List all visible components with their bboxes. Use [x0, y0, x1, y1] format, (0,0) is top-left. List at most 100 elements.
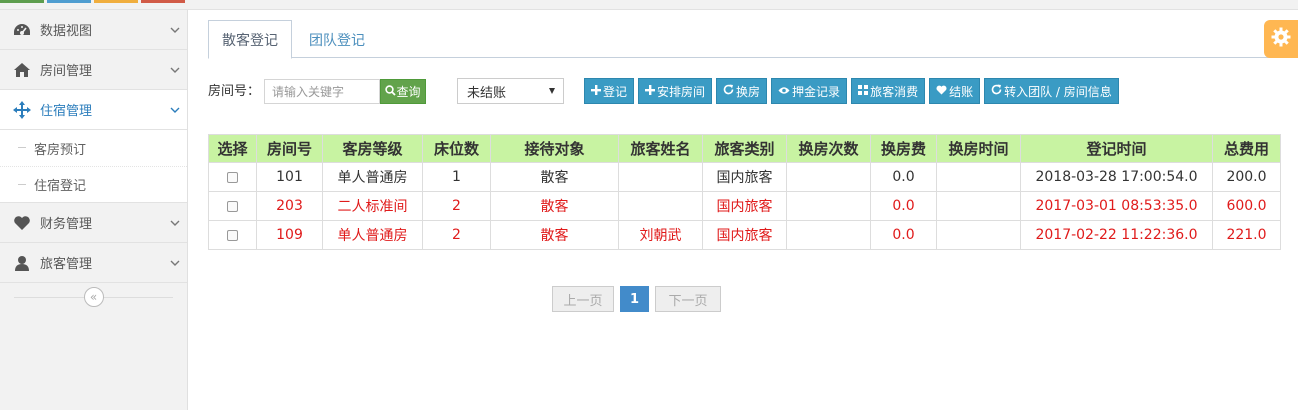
cell-total-cost: 600.0 — [1212, 191, 1281, 221]
room-number-label: 房间号： — [208, 84, 261, 99]
cell-guest-type: 国内旅客 — [702, 191, 787, 221]
room-search-input[interactable] — [264, 79, 380, 104]
cell-room-grade: 单人普通房 — [322, 220, 423, 250]
cell-reception-target: 散客 — [490, 220, 619, 250]
eye-icon — [778, 84, 790, 98]
submenu-item-label: 住宿登记 — [34, 179, 87, 194]
payment-status-select[interactable]: 未结账 — [457, 78, 564, 104]
search-button[interactable]: 查询 — [380, 79, 426, 104]
color-bit — [0, 0, 44, 3]
caret-down-icon — [549, 88, 555, 94]
next-page-button[interactable]: 下一页 — [655, 286, 721, 312]
chevron-down-icon — [163, 60, 187, 80]
color-bit — [141, 0, 185, 3]
sidebar-item-label: 房间管理 — [40, 64, 93, 79]
row-select-cell — [208, 220, 257, 250]
button-label: 登记 — [603, 84, 628, 99]
cell-room-number: 101 — [256, 162, 323, 192]
cell-checkin-time: 2017-03-01 08:53:35.0 — [1020, 191, 1213, 221]
submenu-item-check-in[interactable]: 住宿登记 — [0, 166, 187, 202]
assign-room-button[interactable]: 安排房间 — [638, 78, 713, 104]
submenu-item-label: 客房预订 — [34, 142, 87, 158]
table-row[interactable]: 203 二人标准间 2 散客 国内旅客 0.0 2017-03-01 08:53… — [208, 191, 1281, 221]
dashboard-icon — [12, 20, 32, 40]
cell-room-change-time — [936, 220, 1021, 250]
settings-button[interactable] — [1264, 20, 1298, 58]
tab-individual-checkin[interactable]: 散客登记 — [208, 20, 292, 59]
pagination: 上一页 1 下一页 — [552, 286, 727, 312]
chevron-down-icon — [163, 100, 187, 120]
column-header-room-grade: 客房等级 — [322, 134, 423, 163]
cell-total-cost: 221.0 — [1212, 220, 1281, 250]
cell-guest-name — [618, 162, 703, 192]
button-label: 安排房间 — [657, 84, 706, 99]
cell-room-change-time — [936, 191, 1021, 221]
cell-room-change-count — [786, 162, 871, 192]
table-header-row: 选择 房间号 客房等级 床位数 接待对象 旅客姓名 旅客类别 换房次数 换房费 … — [208, 134, 1281, 163]
sidebar-item-data-view[interactable]: 数据视图 — [0, 10, 187, 50]
deposit-record-button[interactable]: 押金记录 — [771, 78, 848, 104]
gear-icon — [1271, 27, 1291, 51]
main-content: 散客登记 团队登记 房间号： 请输入关键字 查询 未结账 登记 安排房间 换房 … — [208, 10, 1298, 410]
column-header-room-change-count: 换房次数 — [786, 134, 871, 163]
column-header-guest-type: 旅客类别 — [702, 134, 787, 163]
sidebar-item-room-management[interactable]: 房间管理 — [0, 50, 187, 90]
guest-consumption-button[interactable]: 旅客消费 — [851, 78, 926, 104]
row-checkbox[interactable] — [227, 200, 238, 212]
cell-reception-target: 散客 — [490, 191, 619, 221]
column-header-guest-name: 旅客姓名 — [618, 134, 703, 163]
top-strip — [0, 0, 1298, 10]
column-header-room-change-fee: 换房费 — [870, 134, 937, 163]
button-label: 押金记录 — [792, 84, 841, 99]
table-row[interactable]: 101 单人普通房 1 散客 国内旅客 0.0 2018-03-28 17:00… — [208, 162, 1281, 192]
sidebar-collapse-bar: « — [0, 283, 187, 311]
table-row[interactable]: 109 单人普通房 2 散客 刘朝武 国内旅客 0.0 2017-02-22 1… — [208, 220, 1281, 250]
button-label: 换房 — [736, 84, 761, 99]
submenu-item-room-booking[interactable]: 客房预订 — [0, 130, 187, 166]
cell-room-change-count — [786, 220, 871, 250]
refresh-icon — [991, 84, 1002, 98]
color-bit — [94, 0, 138, 3]
cell-bed-count: 2 — [422, 220, 491, 250]
row-checkbox[interactable] — [227, 229, 238, 241]
cell-guest-name — [618, 191, 703, 221]
checkout-button[interactable]: 结账 — [929, 78, 981, 104]
cell-guest-type: 国内旅客 — [702, 162, 787, 192]
chevron-down-icon — [163, 213, 187, 233]
sidebar-item-finance-management[interactable]: 财务管理 — [0, 203, 187, 243]
cell-room-change-fee: 0.0 — [870, 220, 937, 250]
sidebar-item-lodging-management[interactable]: 住宿管理 — [0, 90, 187, 130]
tab-group-checkin[interactable]: 团队登记 — [296, 20, 378, 59]
prev-page-button[interactable]: 上一页 — [552, 286, 614, 312]
tab-bar: 散客登记 团队登记 — [208, 20, 1298, 59]
button-label: 旅客消费 — [870, 84, 919, 99]
move-arrows-icon — [12, 100, 32, 120]
change-room-button[interactable]: 换房 — [716, 78, 768, 104]
checkin-table-wrapper: 选择 房间号 客房等级 床位数 接待对象 旅客姓名 旅客类别 换房次数 换房费 … — [208, 134, 1281, 250]
action-button-group: 登记 安排房间 换房 押金记录 旅客消费 结账 转入团队 / 房间信息 — [584, 78, 1123, 104]
tab-label: 团队登记 — [309, 32, 365, 49]
sidebar-item-label: 数据视图 — [40, 24, 93, 39]
color-strip — [0, 0, 188, 3]
cell-room-grade: 二人标准间 — [322, 191, 423, 221]
heart-icon — [936, 84, 947, 98]
sidebar-item-label: 财务管理 — [40, 217, 93, 232]
sidebar-collapse-button[interactable]: « — [83, 287, 104, 307]
column-header-checkin-time: 登记时间 — [1020, 134, 1213, 163]
column-header-room-change-time: 换房时间 — [936, 134, 1021, 163]
cell-room-change-time — [936, 162, 1021, 192]
register-button[interactable]: 登记 — [584, 78, 635, 104]
double-chevron-left-icon: « — [89, 290, 98, 304]
transfer-team-room-info-button[interactable]: 转入团队 / 房间信息 — [984, 78, 1119, 104]
row-checkbox[interactable] — [227, 171, 238, 183]
cell-guest-type: 国内旅客 — [702, 220, 787, 250]
plus-icon — [591, 84, 601, 98]
page-1-button[interactable]: 1 — [620, 286, 649, 312]
chevron-down-icon — [163, 253, 187, 273]
toolbar: 房间号： 查询 未结账 登记 安排房间 — [208, 77, 1298, 105]
search-icon — [385, 84, 397, 99]
sidebar-item-guest-management[interactable]: 旅客管理 — [0, 243, 187, 283]
search-button-label: 查询 — [396, 85, 421, 99]
sidebar: 数据视图 房间管理 住宿管理 客房预订 住宿登记 财务管理 旅客管理 « — [0, 10, 188, 410]
row-select-cell — [208, 162, 257, 192]
